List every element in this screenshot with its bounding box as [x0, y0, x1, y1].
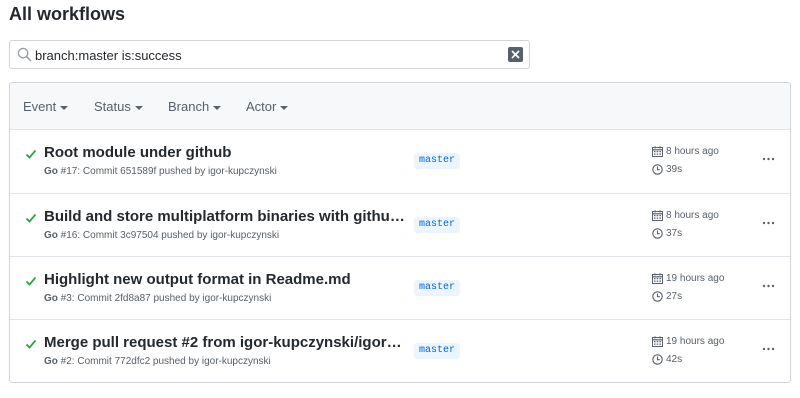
clear-icon [511, 50, 520, 59]
run-duration-text: 37s [666, 228, 683, 239]
run-time-ago-text: 19 hours ago [666, 273, 725, 284]
filter-event[interactable]: Event [23, 99, 69, 114]
run-time-ago-text: 8 hours ago [666, 146, 719, 157]
kebab-menu-button[interactable] [760, 279, 776, 293]
run-meta: Go #2: Commit 772dfc2 pushed by igor-kup… [44, 356, 271, 367]
run-meta: Go #16: Commit 3c97504 pushed by igor-ku… [44, 230, 279, 241]
search-input[interactable] [35, 45, 495, 65]
search-box [9, 40, 530, 69]
calendar-icon [652, 336, 663, 347]
filter-status[interactable]: Status [94, 99, 143, 114]
branch-badge[interactable]: master [414, 280, 461, 296]
branch-badge[interactable]: master [414, 343, 461, 359]
run-workflow-name: Go [44, 166, 58, 177]
calendar-icon [652, 273, 663, 284]
calendar-icon [652, 146, 663, 157]
run-workflow-name: Go [44, 356, 58, 367]
filter-actor[interactable]: Actor [246, 99, 289, 114]
run-title[interactable]: Merge pull request #2 from igor-kupczyns… [44, 334, 406, 351]
search-icon [17, 47, 32, 62]
caret-down-icon [134, 105, 143, 110]
run-meta: Go #3: Commit 2fd8a87 pushed by igor-kup… [44, 293, 271, 304]
clock-icon [652, 228, 663, 239]
run-meta-text: #16: Commit 3c97504 pushed by igor-kupcz… [57, 230, 280, 241]
run-duration: 27s [652, 291, 682, 302]
kebab-icon [762, 221, 774, 225]
kebab-menu-button[interactable] [760, 152, 776, 166]
filter-status-label: Status [94, 99, 131, 114]
kebab-icon [762, 347, 774, 351]
run-time-ago: 8 hours ago [652, 210, 719, 221]
page-title: All workflows [9, 4, 126, 24]
filter-actor-label: Actor [246, 99, 277, 114]
run-duration: 39s [652, 164, 682, 175]
run-meta-text: #2: Commit 772dfc2 pushed by igor-kupczy… [57, 356, 271, 367]
run-title[interactable]: Highlight new output format in Readme.md [44, 271, 406, 288]
workflow-run-row[interactable]: Highlight new output format in Readme.md… [10, 256, 790, 319]
run-time-ago: 19 hours ago [652, 273, 724, 284]
workflow-run-row[interactable]: Build and store multiplatform binaries w… [10, 193, 790, 256]
filter-branch-label: Branch [168, 99, 210, 114]
caret-down-icon [60, 105, 69, 110]
run-time-ago-text: 8 hours ago [666, 210, 719, 221]
kebab-icon [762, 157, 774, 161]
clock-icon [652, 354, 663, 365]
run-workflow-name: Go [44, 293, 58, 304]
workflow-run-row[interactable]: Root module under github Go #17: Commit … [10, 130, 790, 193]
run-duration: 42s [652, 354, 682, 365]
workflow-runs-list: Event Status Branch Actor Root module un… [9, 82, 791, 383]
filter-bar: Event Status Branch Actor [10, 83, 790, 130]
filter-event-label: Event [23, 99, 57, 114]
check-icon [25, 213, 37, 223]
run-workflow-name: Go [44, 230, 58, 241]
run-title[interactable]: Build and store multiplatform binaries w… [44, 208, 406, 225]
clock-icon [652, 164, 663, 175]
check-icon [25, 149, 37, 159]
run-time-ago: 8 hours ago [652, 146, 719, 157]
run-duration: 37s [652, 228, 682, 239]
filter-branch[interactable]: Branch [168, 99, 222, 114]
kebab-menu-button[interactable] [760, 342, 776, 356]
run-meta-text: #3: Commit 2fd8a87 pushed by igor-kupczy… [57, 293, 272, 304]
check-icon [25, 276, 37, 286]
run-meta: Go #17: Commit 651589f pushed by igor-ku… [44, 166, 277, 177]
run-title[interactable]: Root module under github [44, 144, 406, 161]
run-time-ago: 19 hours ago [652, 336, 724, 347]
caret-down-icon [280, 105, 289, 110]
run-time-ago-text: 19 hours ago [666, 336, 725, 347]
clock-icon [652, 291, 663, 302]
branch-badge[interactable]: master [414, 217, 461, 233]
caret-down-icon [213, 105, 222, 110]
branch-badge[interactable]: master [414, 153, 461, 169]
run-duration-text: 42s [666, 354, 683, 365]
calendar-icon [652, 210, 663, 221]
kebab-menu-button[interactable] [760, 216, 776, 230]
run-duration-text: 39s [666, 164, 683, 175]
workflow-run-row[interactable]: Merge pull request #2 from igor-kupczyns… [10, 319, 790, 382]
clear-search-button[interactable] [508, 47, 523, 62]
run-duration-text: 27s [666, 291, 683, 302]
run-meta-text: #17: Commit 651589f pushed by igor-kupcz… [57, 166, 277, 177]
check-icon [25, 339, 37, 349]
kebab-icon [762, 284, 774, 288]
